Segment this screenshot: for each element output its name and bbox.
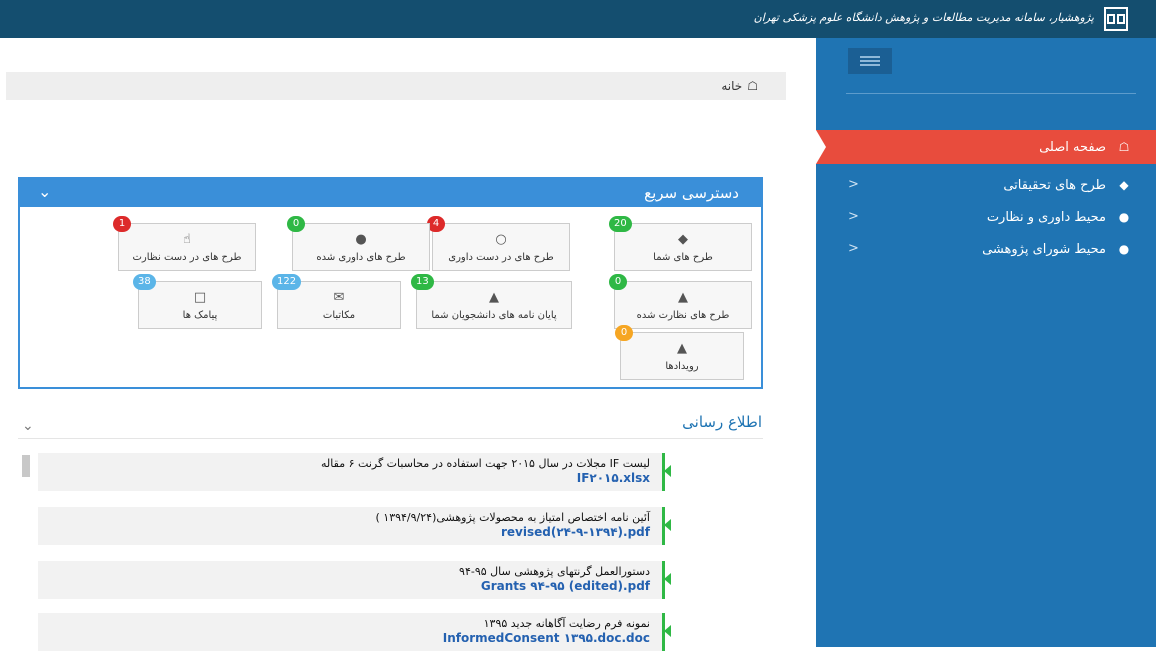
count-badge: 0	[609, 274, 627, 290]
news-marker-icon	[664, 465, 671, 477]
news-item-link[interactable]: InformedConsent ۱۳۹۵.doc.doc	[443, 631, 650, 645]
envelope-icon: ✉	[333, 290, 345, 305]
tile-label: پیامک ها	[182, 310, 218, 321]
home-icon: ☖	[747, 79, 758, 93]
sidebar-item-home[interactable]: ☖ صفحه اصلی	[816, 130, 1156, 164]
news-divider	[18, 438, 763, 439]
chevron-down-icon[interactable]: ⌄	[22, 418, 34, 434]
sidebar-item-research-projects[interactable]: ◆ طرح های تحقیقاتی <	[816, 168, 1156, 202]
count-badge: 13	[411, 274, 434, 290]
thumbs-up-icon: ▲	[489, 290, 499, 305]
university-logo[interactable]	[1104, 7, 1128, 31]
tablet-icon: □	[193, 290, 207, 305]
tile-reviewed-projects[interactable]: 0 ● طرح های داوری شده	[287, 216, 430, 271]
news-item-text: نمونه فرم رضایت آگاهانه جدید ۱۳۹۵	[483, 617, 650, 630]
news-item: آئین نامه اختصاص امتیاز به محصولات پژوهش…	[38, 507, 671, 545]
quick-access-title: دسترسی سریع	[644, 184, 739, 202]
sidebar-item-review-supervision[interactable]: ● محیط داوری و نظارت <	[816, 200, 1156, 234]
thumbs-up-icon: ▲	[678, 290, 688, 305]
tile-label: طرح های داوری شده	[316, 252, 406, 263]
news-marker-icon	[664, 625, 671, 637]
comments-icon: ●	[355, 232, 367, 247]
scrollbar[interactable]	[22, 455, 30, 477]
news-item-link[interactable]: revised(۲۴-۹-۱۳۹۴).pdf	[501, 525, 650, 539]
count-badge: 20	[609, 216, 632, 232]
tile-projects-under-supervision[interactable]: 1 ☝ طرح های در دست نظارت	[113, 216, 256, 271]
tile-label: طرح های در دست داوری	[448, 252, 554, 263]
tile-label: رویدادها	[665, 361, 699, 372]
warning-icon: ▲	[677, 341, 687, 356]
tags-icon: ◆	[678, 232, 688, 247]
sidebar-item-research-council[interactable]: ● محیط شورای پژوهشی <	[816, 232, 1156, 266]
breadcrumb: ☖ خانه	[6, 72, 786, 100]
news-marker-icon	[664, 519, 671, 531]
news-item-text: لیست IF مجلات در سال ۲۰۱۵ جهت استفاده در…	[321, 457, 650, 470]
count-badge: 38	[133, 274, 156, 290]
chevron-left-icon: <	[848, 209, 859, 224]
tile-label: طرح های در دست نظارت	[132, 252, 242, 263]
tile-label: پایان نامه های دانشجویان شما	[431, 310, 557, 321]
news-item-text: آئین نامه اختصاص امتیاز به محصولات پژوهش…	[375, 511, 650, 524]
site-title: پژوهشیار، سامانه مدیریت مطالعات و پژوهش …	[753, 11, 1094, 24]
news-item: دستورالعمل گرنتهای پژوهشی سال ۹۵-۹۴ Gran…	[38, 561, 671, 599]
quick-access-panel: دسترسی سریع ⌄ 20 ◆ طرح های شما 4 ○ طرح ه…	[18, 177, 763, 389]
sidebar-item-label: صفحه اصلی	[1039, 139, 1106, 155]
sidebar-item-label: طرح های تحقیقاتی	[1003, 177, 1106, 193]
news-item: لیست IF مجلات در سال ۲۰۱۵ جهت استفاده در…	[38, 453, 671, 491]
tile-sms[interactable]: 38 □ پیامک ها	[133, 274, 262, 329]
news-item-text: دستورالعمل گرنتهای پژوهشی سال ۹۵-۹۴	[459, 565, 650, 578]
tile-correspondence[interactable]: 122 ✉ مکاتبات	[272, 274, 401, 329]
comments-icon: ○	[495, 232, 507, 247]
sidebar-item-label: محیط شورای پژوهشی	[982, 241, 1106, 257]
chevron-left-icon: <	[848, 241, 859, 256]
top-bar: پژوهشیار، سامانه مدیریت مطالعات و پژوهش …	[0, 0, 1156, 38]
news-item-link[interactable]: IF۲۰۱۵.xlsx	[577, 471, 650, 485]
tile-supervised-projects[interactable]: 0 ▲ طرح های نظارت شده	[609, 274, 752, 329]
home-icon: ☖	[1118, 140, 1130, 154]
count-badge: 122	[272, 274, 302, 290]
users-icon: ●	[1118, 242, 1130, 256]
chevron-down-icon[interactable]: ⌄	[38, 182, 51, 201]
comments-icon: ●	[1118, 210, 1130, 224]
chevron-left-icon: <	[848, 177, 859, 192]
tile-your-projects[interactable]: 20 ◆ طرح های شما	[609, 216, 752, 271]
tags-icon: ◆	[1119, 178, 1129, 192]
tile-student-theses[interactable]: 13 ▲ پایان نامه های دانشجویان شما	[411, 274, 572, 329]
tile-label: مکاتبات	[322, 310, 356, 321]
sidebar-divider	[846, 93, 1136, 94]
tile-label: طرح های نظارت شده	[636, 310, 730, 321]
quick-access-header[interactable]: دسترسی سریع ⌄	[20, 179, 761, 207]
tile-label: طرح های شما	[653, 252, 713, 263]
news-item: نمونه فرم رضایت آگاهانه جدید ۱۳۹۵ Inform…	[38, 613, 671, 651]
menu-toggle-button[interactable]	[848, 48, 892, 74]
news-item-link[interactable]: Grants ۹۴-۹۵ (edited).pdf	[481, 579, 650, 593]
active-indicator	[816, 130, 826, 164]
news-marker-icon	[664, 573, 671, 585]
count-badge: 0	[615, 325, 633, 341]
count-badge: 1	[113, 216, 131, 232]
thumbs-up-icon: ☝	[183, 232, 191, 247]
news-section-title: اطلاع رسانی	[682, 413, 762, 431]
count-badge: 0	[287, 216, 305, 232]
sidebar-item-label: محیط داوری و نظارت	[986, 209, 1106, 225]
tile-events[interactable]: 0 ▲ رویدادها	[615, 325, 744, 380]
sidebar: ☖ صفحه اصلی ◆ طرح های تحقیقاتی < ● محیط …	[816, 38, 1156, 647]
tile-projects-under-review[interactable]: 4 ○ طرح های در دست داوری	[427, 216, 570, 271]
breadcrumb-home-link[interactable]: خانه	[721, 79, 742, 93]
